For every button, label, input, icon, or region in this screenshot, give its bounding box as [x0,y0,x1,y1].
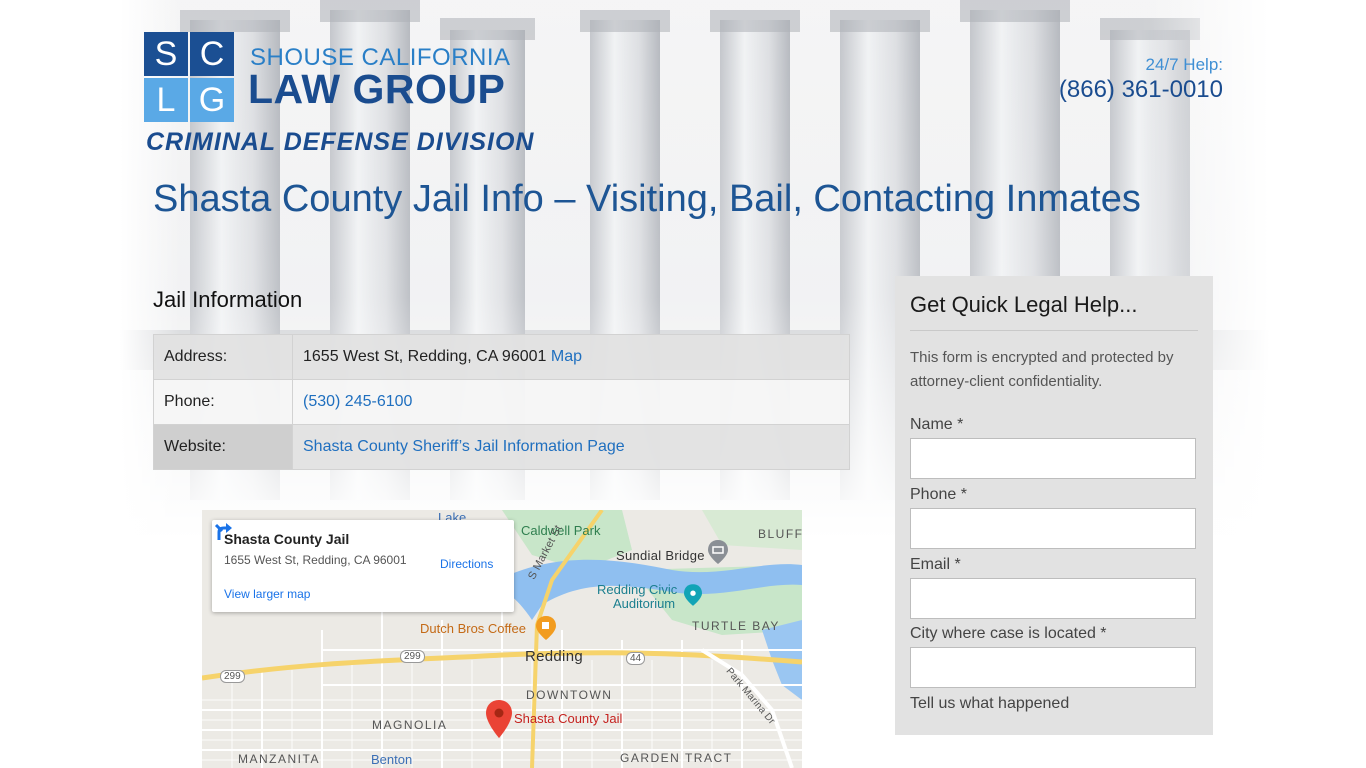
jail-info-table: Address: 1655 West St, Redding, CA 96001… [153,334,850,470]
form-privacy-note: This form is encrypted and protected by … [910,349,1174,390]
email-label: Email * [910,556,961,573]
map-label-route-299: 299 [400,650,425,663]
name-label: Name * [910,416,964,433]
address-label: Address: [153,334,293,380]
map-label-sundial-bridge: Sundial Bridge [616,548,705,563]
name-field[interactable] [910,438,1196,479]
form-divider [910,330,1198,331]
map-label-turtle-bay: TURTLE BAY [692,619,780,633]
map-label-garden-tract: GARDEN TRACT [620,751,733,765]
table-row: Website: Shasta County Sheriff’s Jail In… [153,424,850,470]
brand-name: LAW GROUP [248,66,506,112]
website-label: Website: [153,424,293,470]
map-label-redding-civic: Redding Civic [597,582,678,597]
address-value: 1655 West St, Redding, CA 96001 [303,348,547,365]
map-label-magnolia: MAGNOLIA [372,718,448,732]
map-label-dutch-bros: Dutch Bros Coffee [420,621,526,636]
map-label-shasta-county-jail: Shasta County Jail [514,711,623,726]
embedded-map[interactable]: Lake Caldwell Park BLUFF Sundial Bridge … [202,510,802,768]
website-cell: Shasta County Sheriff’s Jail Information… [292,424,850,470]
auditorium-pin-icon[interactable] [684,584,702,606]
phone-label: Phone: [153,379,293,425]
email-field[interactable] [910,578,1196,619]
logo-letter-c: C [190,32,234,76]
directions-link[interactable]: Directions [440,557,493,571]
help-phone-link[interactable]: (866) 361-0010 [1059,76,1223,104]
map-label-bluff: BLUFF [758,527,802,541]
directions-icon[interactable] [212,520,234,542]
phone-cell: (530) 245-6100 [292,379,850,425]
logo-letter-g: G [190,78,234,122]
jail-info-heading: Jail Information [153,287,303,312]
quick-help-form: Get Quick Legal Help... This form is enc… [895,276,1213,735]
sundial-bridge-pin-icon[interactable] [708,540,728,564]
table-row: Address: 1655 West St, Redding, CA 96001… [153,334,850,380]
city-field[interactable] [910,647,1196,688]
page-title: Shasta County Jail Info – Visiting, Bail… [153,178,1141,220]
table-row: Phone: (530) 245-6100 [153,379,850,425]
map-label-auditorium: Auditorium [613,596,676,611]
coffee-pin-icon[interactable] [536,616,556,640]
map-label-route-44: 44 [626,652,646,665]
logo-letter-s: S [144,32,188,76]
place-address: 1655 West St, Redding, CA 96001 [224,553,407,567]
phone-field[interactable] [910,508,1196,549]
map-label-route-299: 299 [220,670,245,683]
help-label: 24/7 Help: [1145,55,1224,74]
logo[interactable]: S C L G [144,32,236,124]
place-name: Shasta County Jail [224,531,350,547]
map-place-card: Shasta County Jail 1655 West St, Redding… [212,520,514,612]
jail-location-pin-icon[interactable] [486,700,512,738]
view-larger-map-link[interactable]: View larger map [224,587,310,601]
map-label-benton: Benton [371,752,413,767]
story-label: Tell us what happened [910,695,1070,712]
division-title: CRIMINAL DEFENSE DIVISION [146,128,535,156]
phone-label: Phone * [910,486,967,503]
website-link[interactable]: Shasta County Sheriff’s Jail Information… [303,438,625,455]
form-title: Get Quick Legal Help... [910,292,1138,317]
map-label-redding: Redding [525,648,583,665]
city-label: City where case is located * [910,625,1107,642]
map-label-downtown: DOWNTOWN [526,688,613,702]
logo-letter-l: L [144,78,188,122]
map-link[interactable]: Map [551,348,582,365]
phone-link[interactable]: (530) 245-6100 [303,393,412,410]
address-cell: 1655 West St, Redding, CA 96001 Map [292,334,850,380]
map-label-manzanita: MANZANITA [238,752,320,766]
